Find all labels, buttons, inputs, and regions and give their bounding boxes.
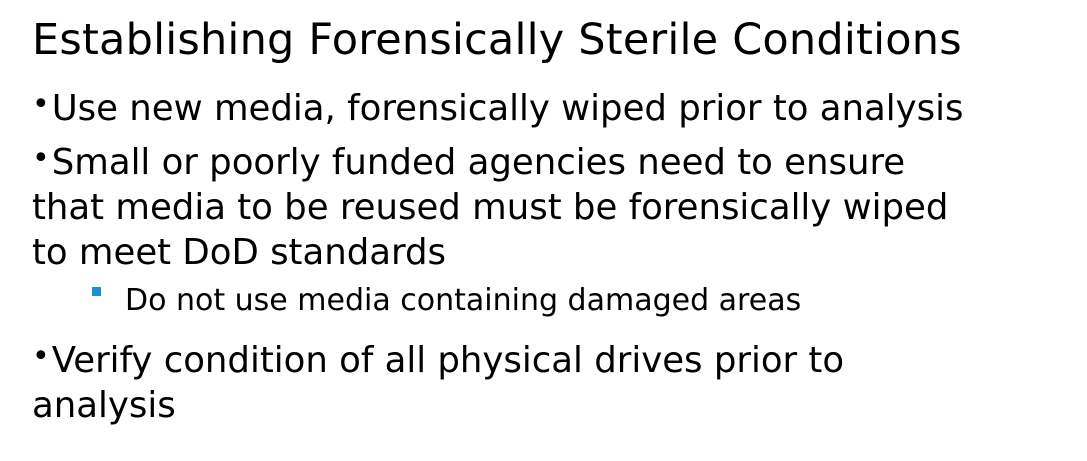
- bullet-line: that media to be reused must be forensic…: [32, 187, 949, 228]
- sub-bullet-text: Do not use media containing damaged area…: [125, 283, 802, 318]
- bullet-line: analysis: [32, 385, 176, 426]
- square-bullet-icon: [92, 287, 101, 296]
- slide-title: Establishing Forensically Sterile Condit…: [32, 15, 962, 65]
- bullet-item-4: •Verify condition of all physical drives…: [32, 334, 844, 428]
- bullet-dot-icon: •: [32, 339, 50, 374]
- bullet-text: Small or poorly funded agencies need to …: [51, 142, 906, 183]
- bullet-text: Verify condition of all physical drives …: [51, 340, 845, 381]
- bullet-text: Use new media, forensically wiped prior …: [51, 88, 964, 129]
- bullet-line: •Verify condition of all physical drives…: [32, 334, 844, 383]
- bullet-dot-icon: •: [32, 141, 50, 176]
- bullet-item-1: •Use new media, forensically wiped prior…: [32, 82, 963, 131]
- sub-bullet-item: Do not use media containing damaged area…: [92, 281, 801, 321]
- bullet-line: to meet DoD standards: [32, 232, 447, 273]
- bullet-dot-icon: •: [32, 87, 50, 122]
- bullet-item-2: •Small or poorly funded agencies need to…: [32, 136, 948, 275]
- bullet-line: •Small or poorly funded agencies need to…: [32, 136, 948, 185]
- slide: Establishing Forensically Sterile Condit…: [0, 0, 1087, 461]
